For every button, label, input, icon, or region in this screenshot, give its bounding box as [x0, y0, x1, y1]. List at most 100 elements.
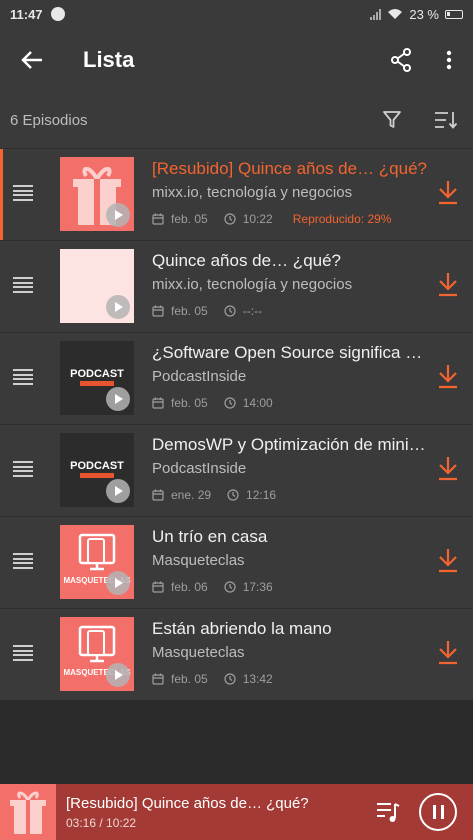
episode-duration: 13:42	[242, 672, 273, 686]
calendar-icon	[152, 673, 164, 685]
episode-list: [Resubido] Quince años de… ¿qué? mixx.io,…	[0, 148, 473, 700]
clock-icon	[224, 397, 236, 409]
episode-row[interactable]: PODCAST DemosWP y Optimización de miniatu…	[0, 424, 473, 516]
calendar-icon	[152, 581, 164, 593]
episode-date: ene. 29	[171, 488, 212, 502]
download-button[interactable]	[437, 455, 459, 483]
episode-duration: 10:22	[242, 212, 273, 226]
episode-meta: feb. 05 14:00	[152, 396, 293, 410]
episode-thumbnail[interactable]: MASQUETECLAS	[60, 525, 134, 599]
overflow-menu-button[interactable]	[425, 28, 473, 92]
play-icon[interactable]	[106, 387, 130, 411]
episode-date: feb. 05	[171, 212, 208, 226]
calendar-icon	[152, 397, 164, 409]
pause-button[interactable]	[419, 793, 457, 831]
status-time: 11:47	[10, 6, 43, 22]
episode-duration: 12:16	[246, 488, 277, 502]
drag-handle-icon[interactable]	[13, 277, 33, 293]
episode-title: Están abriendo la mano	[152, 619, 332, 638]
playlist-icon	[377, 803, 400, 822]
wifi-icon	[388, 9, 403, 19]
download-button[interactable]	[437, 363, 459, 391]
episode-row[interactable]: Quince años de… ¿qué? mixx.io, tecnología…	[0, 240, 473, 332]
download-button[interactable]	[437, 271, 459, 299]
download-button[interactable]	[437, 179, 459, 207]
episode-thumbnail[interactable]	[60, 157, 134, 231]
episode-meta: ene. 29 12:16	[152, 488, 296, 502]
episode-thumbnail[interactable]	[60, 249, 134, 323]
clock-icon	[224, 213, 236, 225]
player-time: 03:16 / 10:22	[66, 815, 137, 830]
calendar-icon	[152, 305, 164, 317]
back-button[interactable]	[0, 28, 64, 92]
download-button[interactable]	[437, 547, 459, 575]
clock-icon	[227, 489, 239, 501]
episode-date: feb. 06	[171, 580, 208, 594]
drag-handle-icon[interactable]	[13, 461, 33, 477]
drag-handle-icon[interactable]	[13, 645, 33, 661]
queue-button[interactable]	[374, 798, 402, 826]
drag-handle-icon[interactable]	[13, 369, 33, 385]
episode-meta: feb. 05 13:42	[152, 672, 293, 686]
play-icon[interactable]	[106, 571, 130, 595]
episode-meta: feb. 05 --:--	[152, 304, 282, 318]
share-button[interactable]	[377, 28, 425, 92]
notification-icon	[50, 7, 65, 21]
episode-duration: 17:36	[242, 580, 273, 594]
episode-feed: Masqueteclas	[152, 552, 245, 569]
signal-icon	[370, 8, 382, 20]
episode-duration: 14:00	[242, 396, 273, 410]
episode-thumbnail[interactable]: MASQUETECLAS	[60, 617, 134, 691]
battery-icon	[445, 9, 463, 19]
sort-button[interactable]	[419, 92, 473, 148]
episode-title: [Resubido] Quince años de… ¿qué?	[152, 159, 427, 178]
episode-date: feb. 05	[171, 304, 208, 318]
filter-icon	[383, 111, 401, 128]
episode-row[interactable]: PODCAST ¿Software Open Source significa g…	[0, 332, 473, 424]
calendar-icon	[152, 213, 164, 225]
play-icon[interactable]	[106, 203, 130, 227]
download-icon	[437, 457, 459, 485]
episode-row[interactable]: MASQUETECLAS Un trío en casa Masqueteclas f…	[0, 516, 473, 608]
drag-handle-icon[interactable]	[13, 185, 33, 201]
player-thumbnail	[0, 784, 56, 840]
episode-thumbnail[interactable]: PODCAST	[60, 341, 134, 415]
episode-row[interactable]: MASQUETECLAS Están abriendo la mano Masque…	[0, 608, 473, 700]
play-icon[interactable]	[106, 295, 130, 319]
play-icon[interactable]	[106, 663, 130, 687]
status-bar: 11:47 23 %	[0, 0, 473, 28]
mini-player[interactable]: [Resubido] Quince años de… ¿qué? 03:16 /…	[0, 784, 473, 840]
arrow-left-icon	[21, 51, 42, 69]
download-icon	[437, 181, 459, 209]
clock-icon	[224, 581, 236, 593]
more-vert-icon	[446, 50, 452, 70]
player-title: [Resubido] Quince años de… ¿qué?	[66, 794, 309, 812]
episode-date: feb. 05	[171, 396, 208, 410]
app-bar: Lista	[0, 28, 473, 92]
episode-thumbnail[interactable]: PODCAST	[60, 433, 134, 507]
download-icon	[437, 273, 459, 301]
episode-title: ¿Software Open Source significa gratis?	[152, 343, 427, 362]
share-icon	[391, 48, 411, 72]
battery-text: 23 %	[409, 6, 439, 22]
played-progress: Reproducido: 29%	[292, 212, 392, 226]
episode-duration: --:--	[242, 304, 263, 318]
filter-button[interactable]	[365, 92, 419, 148]
download-icon	[437, 549, 459, 577]
list-toolbar: 6 Episodios	[0, 92, 473, 148]
download-icon	[437, 365, 459, 393]
episode-feed: PodcastInside	[152, 368, 247, 385]
episode-feed: Masqueteclas	[152, 644, 245, 661]
episode-count: 6 Episodios	[10, 111, 88, 129]
download-button[interactable]	[437, 639, 459, 667]
episode-row[interactable]: [Resubido] Quince años de… ¿qué? mixx.io,…	[0, 148, 473, 241]
play-icon[interactable]	[106, 479, 130, 503]
calendar-icon	[152, 489, 164, 501]
drag-handle-icon[interactable]	[13, 553, 33, 569]
episode-feed: mixx.io, tecnología y negocios	[152, 184, 353, 201]
clock-icon	[224, 673, 236, 685]
episode-feed: mixx.io, tecnología y negocios	[152, 276, 353, 293]
episode-meta: feb. 05 10:22 Reproducido: 29%	[152, 212, 391, 226]
podcast-logo-text: PODCAST	[70, 368, 124, 380]
download-icon	[437, 641, 459, 669]
